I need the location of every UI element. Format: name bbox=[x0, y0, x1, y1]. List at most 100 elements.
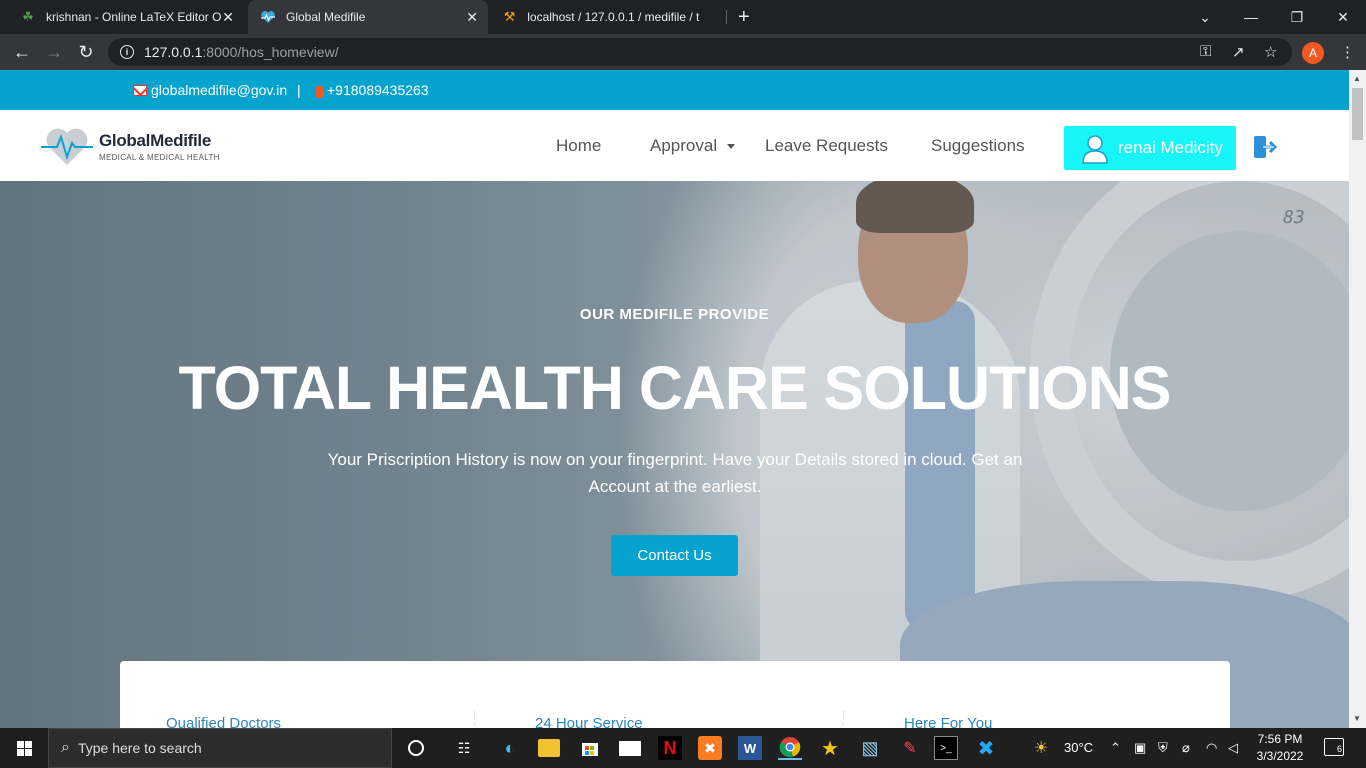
feature-here-for-you: Here For You bbox=[904, 715, 993, 728]
bookmark-star-icon[interactable]: ☆ bbox=[1264, 43, 1277, 61]
mail-icon bbox=[133, 84, 147, 96]
site-info-icon[interactable]: i bbox=[120, 45, 134, 59]
security-icon[interactable]: ⛨ bbox=[1158, 740, 1168, 756]
minimize-icon[interactable]: — bbox=[1228, 0, 1274, 34]
logo-tagline: MEDICAL & MEDICAL HEALTH bbox=[99, 152, 220, 162]
windows-taskbar: ⌕ Type here to search ☷ ◐ N ✖ W ★ ▧ ✎ >_… bbox=[0, 728, 1366, 768]
phone-contact[interactable]: +918089435263 bbox=[316, 82, 429, 98]
taskbar-search-box[interactable]: ⌕ Type here to search bbox=[48, 728, 392, 768]
meet-now-icon[interactable]: ▣ bbox=[1134, 740, 1146, 756]
hero-headline: TOTAL HEALTH CARE SOLUTIONS bbox=[178, 354, 1172, 422]
heart-pulse-icon bbox=[260, 9, 276, 25]
doctor-avatar-icon bbox=[1082, 135, 1108, 164]
overleaf-icon: ☘ bbox=[22, 9, 34, 24]
web-page: globalmedifile@gov.in | +918089435263 Gl… bbox=[0, 70, 1349, 728]
contact-bar: globalmedifile@gov.in | +918089435263 bbox=[0, 70, 1349, 110]
nav-suggestions[interactable]: Suggestions bbox=[931, 136, 1025, 156]
url-path: :8000/hos_homeview/ bbox=[202, 44, 339, 60]
phpmyadmin-icon: ⚒ bbox=[503, 9, 516, 24]
chrome-icon[interactable] bbox=[778, 736, 802, 760]
star-app-icon[interactable]: ★ bbox=[818, 736, 842, 760]
hero-kicker: OUR MEDIFILE PROVIDE bbox=[579, 306, 770, 323]
hero-banner: 83 OUR MEDIFILE PROVIDE TOTAL HEALTH CAR… bbox=[0, 181, 1349, 728]
profile-avatar[interactable]: A bbox=[1302, 42, 1324, 64]
phone-text: +918089435263 bbox=[327, 82, 429, 98]
task-view-icon[interactable]: ☷ bbox=[452, 736, 476, 760]
store-icon[interactable] bbox=[578, 736, 602, 760]
email-contact[interactable]: globalmedifile@gov.in bbox=[133, 82, 287, 98]
scroll-up-icon[interactable]: ▲ bbox=[1353, 74, 1361, 83]
netflix-icon[interactable]: N bbox=[658, 736, 682, 760]
logout-icon[interactable] bbox=[1253, 135, 1279, 164]
user-profile-button[interactable]: renai Medicity bbox=[1064, 126, 1236, 170]
close-tab-icon[interactable]: ✕ bbox=[222, 9, 234, 26]
xampp-icon[interactable]: ✖ bbox=[698, 736, 722, 760]
mail-app-icon[interactable] bbox=[618, 736, 642, 760]
system-clock[interactable]: 7:56 PM 3/3/2022 bbox=[1252, 731, 1308, 765]
close-window-icon[interactable]: ✕ bbox=[1320, 0, 1366, 34]
nav-approval-dropdown[interactable]: Approval bbox=[650, 136, 736, 156]
heart-logo-icon bbox=[41, 128, 93, 165]
feature-qualified-doctors: Qualified Doctors bbox=[166, 715, 282, 728]
browser-menu-icon[interactable]: ⋮ bbox=[1340, 43, 1355, 61]
email-text: globalmedifile@gov.in bbox=[151, 82, 288, 98]
tab-title: localhost / 127.0.0.1 / medifile / t bbox=[527, 10, 700, 24]
vscode-icon[interactable]: ✖ bbox=[974, 736, 998, 760]
search-icon: ⌕ bbox=[61, 739, 70, 756]
network-disabled-icon[interactable]: ⌀ bbox=[1182, 740, 1190, 756]
chevron-down-icon bbox=[727, 144, 736, 150]
site-navbar: GlobalMedifile MEDICAL & MEDICAL HEALTH … bbox=[0, 110, 1349, 181]
search-placeholder: Type here to search bbox=[77, 740, 202, 756]
tab-search-icon[interactable]: ⌄ bbox=[1182, 0, 1228, 34]
windows-logo-icon bbox=[16, 740, 32, 756]
tab-overleaf[interactable]: ☘ krishnan - Online LaTeX Editor O ✕ bbox=[8, 0, 244, 34]
paint-app-icon[interactable]: ✎ bbox=[898, 736, 922, 760]
nav-leave-requests[interactable]: Leave Requests bbox=[765, 136, 888, 156]
word-icon[interactable]: W bbox=[738, 736, 762, 760]
cortana-icon[interactable] bbox=[404, 736, 428, 760]
feature-divider bbox=[474, 711, 475, 728]
back-icon[interactable]: ← bbox=[10, 40, 34, 64]
notes-app-icon[interactable]: ▧ bbox=[858, 736, 882, 760]
nav-home[interactable]: Home bbox=[556, 136, 601, 156]
start-button[interactable] bbox=[0, 728, 48, 768]
address-bar[interactable]: i 127.0.0.1:8000/hos_homeview/ bbox=[108, 38, 1292, 66]
notification-center-icon[interactable]: 6 bbox=[1324, 738, 1344, 756]
contact-us-button[interactable]: Contact Us bbox=[611, 535, 738, 576]
site-logo[interactable]: GlobalMedifile MEDICAL & MEDICAL HEALTH bbox=[41, 125, 220, 167]
reload-icon[interactable]: ↻ bbox=[74, 40, 98, 64]
user-name: renai Medicity bbox=[1118, 138, 1223, 157]
logo-name: GlobalMedifile bbox=[99, 130, 211, 150]
hero-description: Your Priscription History is now on your… bbox=[327, 450, 1023, 496]
scroll-down-icon[interactable]: ▼ bbox=[1353, 714, 1361, 723]
browser-tabstrip: ☘ krishnan - Online LaTeX Editor O ✕ Glo… bbox=[0, 0, 1366, 34]
restore-icon[interactable]: ❐ bbox=[1274, 0, 1320, 34]
tab-title: krishnan - Online LaTeX Editor O bbox=[46, 10, 222, 24]
file-explorer-icon[interactable] bbox=[538, 739, 560, 757]
weather-temperature[interactable]: 30°C bbox=[1064, 740, 1093, 755]
nav-approval-label: Approval bbox=[650, 136, 718, 155]
browser-toolbar: ← → ↻ i 127.0.0.1:8000/hos_homeview/ ⚿ ↗… bbox=[0, 34, 1366, 70]
features-card: Qualified Doctors 24 Hour Service Here F… bbox=[120, 661, 1230, 728]
tab-phpmyadmin[interactable]: ⚒ localhost / 127.0.0.1 / medifile / t bbox=[490, 0, 726, 34]
weather-icon[interactable]: ☀ bbox=[1034, 738, 1048, 758]
notification-count: 6 bbox=[1336, 744, 1342, 754]
terminal-icon[interactable]: >_ bbox=[934, 736, 958, 760]
volume-icon[interactable]: ◁ bbox=[1228, 740, 1238, 756]
feature-24-hour-service: 24 Hour Service bbox=[535, 715, 643, 728]
tab-separator bbox=[726, 10, 727, 24]
close-tab-icon[interactable]: ✕ bbox=[466, 9, 478, 26]
key-icon[interactable]: ⚿ bbox=[1200, 43, 1211, 60]
tab-title: Global Medifile bbox=[286, 10, 366, 24]
scrollbar-thumb[interactable] bbox=[1352, 88, 1363, 140]
tab-global-medifile[interactable]: Global Medifile ✕ bbox=[248, 0, 488, 34]
page-scrollbar[interactable]: ▲ ▼ bbox=[1349, 70, 1366, 728]
forward-icon[interactable]: → bbox=[42, 40, 66, 64]
new-tab-icon[interactable]: + bbox=[738, 6, 750, 29]
edge-icon[interactable]: ◐ bbox=[498, 736, 522, 760]
wifi-icon[interactable]: ◠ bbox=[1206, 740, 1217, 756]
share-icon[interactable]: ↗ bbox=[1232, 43, 1245, 61]
chevron-up-icon[interactable]: ⌃ bbox=[1110, 740, 1121, 756]
url-host: 127.0.0.1 bbox=[144, 44, 203, 60]
phone-icon bbox=[316, 85, 323, 98]
